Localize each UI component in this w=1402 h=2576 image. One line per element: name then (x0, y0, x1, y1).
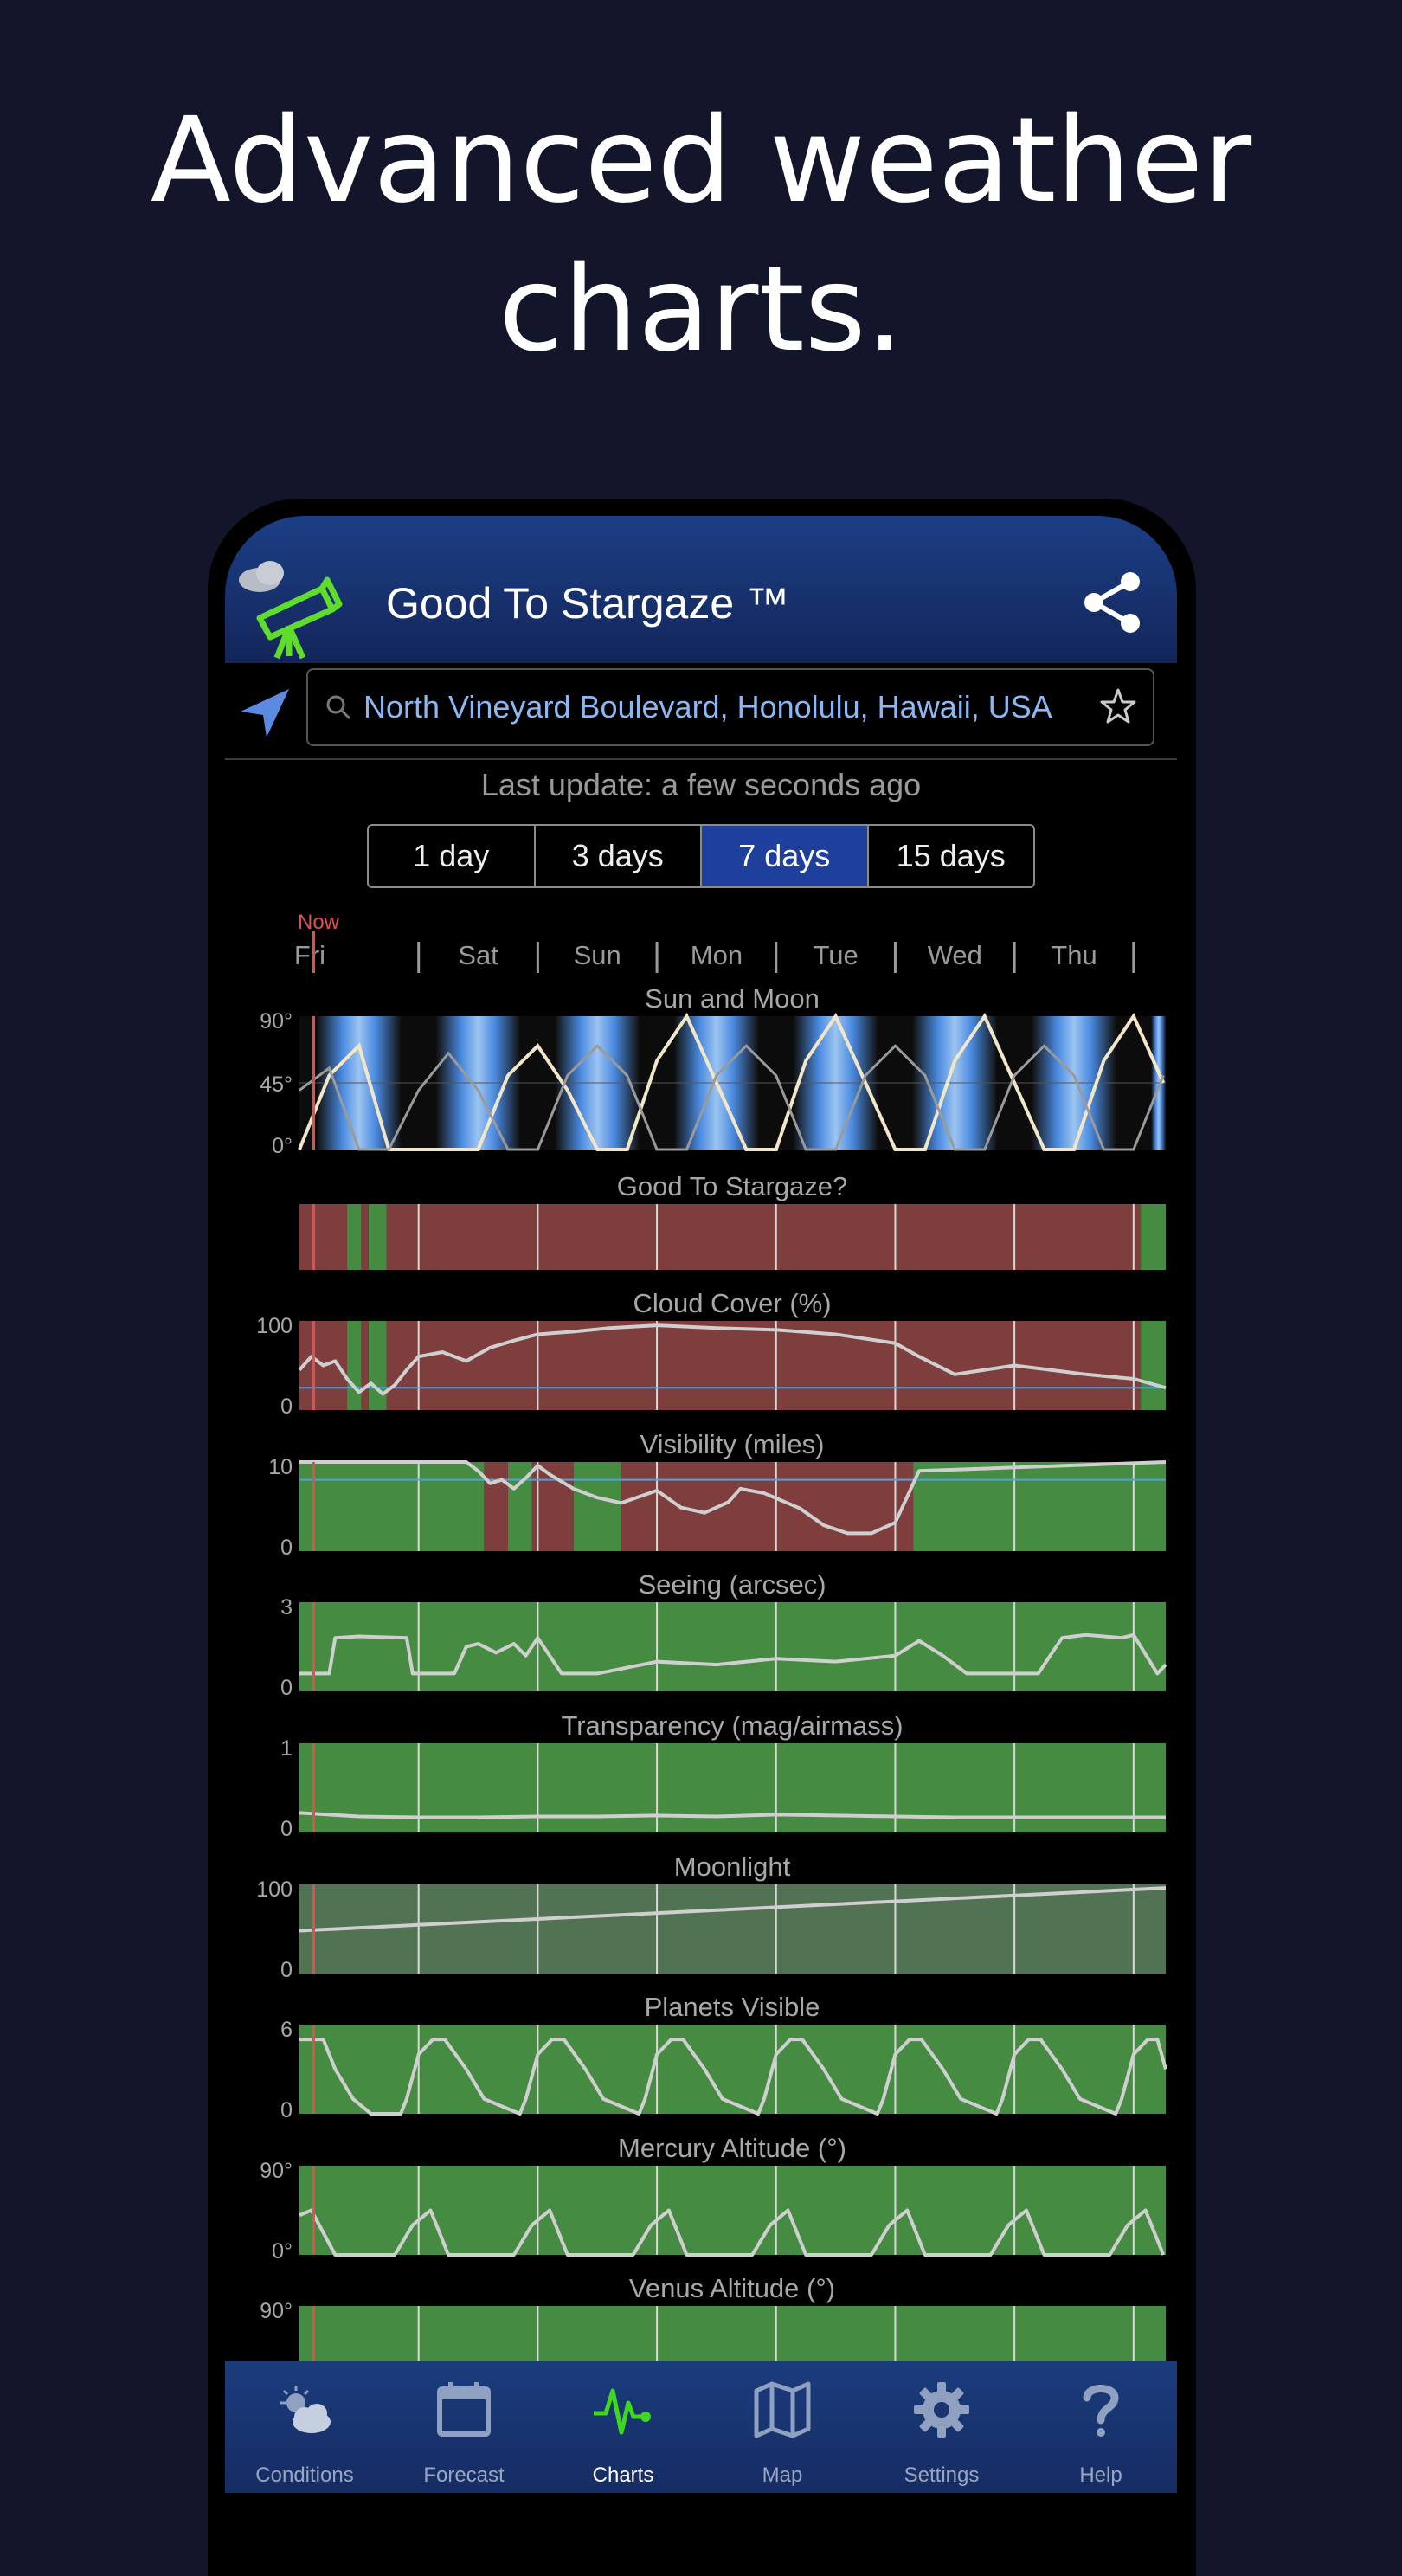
y-axis-max-label: 90° (260, 2299, 293, 2323)
headline-line-2: charts. (498, 242, 904, 378)
nav-map[interactable]: Map (703, 2361, 862, 2493)
y-axis-max-label: 100 (256, 1314, 293, 1338)
chart-title: Cloud Cover (%) (633, 1288, 831, 1318)
y-axis-min-label: 0° (272, 2239, 293, 2264)
nav-conditions[interactable]: Conditions (225, 2361, 384, 2493)
chart-fill (299, 2306, 1166, 2361)
chart-title: Good To Stargaze? (617, 1171, 848, 1201)
nav-label-map: Map (762, 2463, 803, 2487)
chart-title: Planets Visible (645, 1992, 820, 2022)
day-label: Sat (458, 940, 498, 970)
rating-segment (1141, 1321, 1166, 1410)
day-label: Mon (691, 940, 743, 970)
y-axis-max-label: 1 (280, 1736, 293, 1761)
y-axis-min-label: 0 (280, 2098, 293, 2122)
day-label: Wed (928, 940, 982, 970)
partly-cloudy-icon (280, 2386, 331, 2433)
nav-label-charts: Charts (592, 2463, 654, 2487)
rating-segment (573, 1462, 621, 1551)
gear-icon (914, 2382, 969, 2438)
chart-fill (299, 1602, 1166, 1691)
chart-title: Mercury Altitude (°) (618, 2133, 846, 2163)
map-icon (754, 2381, 811, 2438)
nav-help[interactable]: Help (1021, 2361, 1177, 2493)
nav-label-forecast: Forecast (423, 2463, 505, 2487)
nav-settings[interactable]: Settings (862, 2361, 1021, 2493)
chart-title: Visibility (miles) (640, 1429, 824, 1459)
chart-title: Venus Altitude (°) (629, 2273, 835, 2303)
chart-title: Sun and Moon (645, 983, 820, 1014)
y-axis-mid-label: 45° (260, 1072, 293, 1097)
promo-headline: Advanced weather charts. (0, 87, 1402, 384)
y-axis-max-label: 6 (280, 2018, 293, 2042)
day-label: Thu (1051, 940, 1097, 970)
day-label: Fri (294, 940, 325, 970)
headline-line-1: Advanced weather (150, 93, 1252, 229)
y-axis-min-label: 0 (280, 1817, 293, 1841)
y-axis-min-label: 0 (280, 1536, 293, 1560)
y-axis-min-label: 0 (280, 1958, 293, 1982)
chart-title: Transparency (mag/airmass) (561, 1710, 903, 1741)
y-axis-min-label: 0° (272, 1134, 293, 1158)
question-icon (1083, 2385, 1119, 2437)
chart-panel: Mercury Altitude (°) 90° 0° (260, 2133, 1166, 2264)
rating-segment (386, 1204, 1142, 1270)
chart-panel: Cloud Cover (%) 100 0 (256, 1288, 1167, 1419)
chart-panel: Venus Altitude (°)90°0° (260, 2273, 1166, 2361)
rating-segment (299, 1462, 485, 1551)
chart-panel: Good To Stargaze? (299, 1171, 1166, 1270)
rating-segment (299, 1204, 348, 1270)
rating-segment (347, 1321, 362, 1410)
chart-fill (299, 1743, 1166, 1832)
rating-segment (368, 1204, 387, 1270)
chart-panel: Transparency (mag/airmass) 1 0 (280, 1710, 1166, 1841)
y-axis-max-label: 90° (260, 1009, 293, 1034)
nav-label-conditions: Conditions (255, 2463, 354, 2487)
nav-charts[interactable]: Charts (543, 2361, 703, 2493)
nav-label-help: Help (1079, 2463, 1122, 2487)
calendar-icon (437, 2382, 491, 2437)
chart-panel: Seeing (arcsec) 3 0 (280, 1569, 1167, 1700)
rating-segment (913, 1462, 1166, 1551)
chart-panel: Moonlight 100 0 (256, 1852, 1167, 1982)
chart-title: Moonlight (674, 1852, 791, 1882)
rating-segment (361, 1204, 369, 1270)
now-label: Now (298, 911, 340, 934)
y-axis-max-label: 10 (268, 1455, 293, 1479)
y-axis-max-label: 3 (280, 1595, 293, 1620)
nav-forecast[interactable]: Forecast (384, 2361, 543, 2493)
day-label: Tue (813, 940, 858, 970)
day-label: Sun (574, 940, 621, 970)
charts-area: FriSatSunMonTueWedThuFriNowSun and Moon4… (256, 911, 1167, 2361)
chart-panel: Sun and Moon 45° 90° 0° (260, 983, 1166, 1158)
app-screen: Good To Stargaze ™ North Vineyard Boulev… (225, 516, 1177, 2493)
nav-label-settings: Settings (904, 2463, 980, 2487)
chart-fill (299, 1884, 1166, 1974)
bottom-nav: Conditions Forecast Charts Map Settings … (225, 2361, 1177, 2493)
y-axis-max-label: 100 (256, 1877, 293, 1902)
y-axis-min-label: 0 (280, 1394, 293, 1419)
rating-segment (368, 1321, 387, 1410)
y-axis-max-label: 90° (260, 2159, 293, 2183)
chart-panel: Visibility (miles) 10 0 (268, 1429, 1167, 1560)
y-axis-min-label: 0 (280, 1676, 293, 1700)
rating-segment (484, 1462, 508, 1551)
rating-segment (361, 1321, 369, 1410)
rating-segment (621, 1462, 914, 1551)
rating-segment (347, 1204, 362, 1270)
chart-panel: Planets Visible 6 0 (280, 1992, 1167, 2122)
pulse-icon (594, 2388, 651, 2435)
chart-title: Seeing (arcsec) (638, 1569, 826, 1600)
rating-segment (1141, 1204, 1166, 1270)
